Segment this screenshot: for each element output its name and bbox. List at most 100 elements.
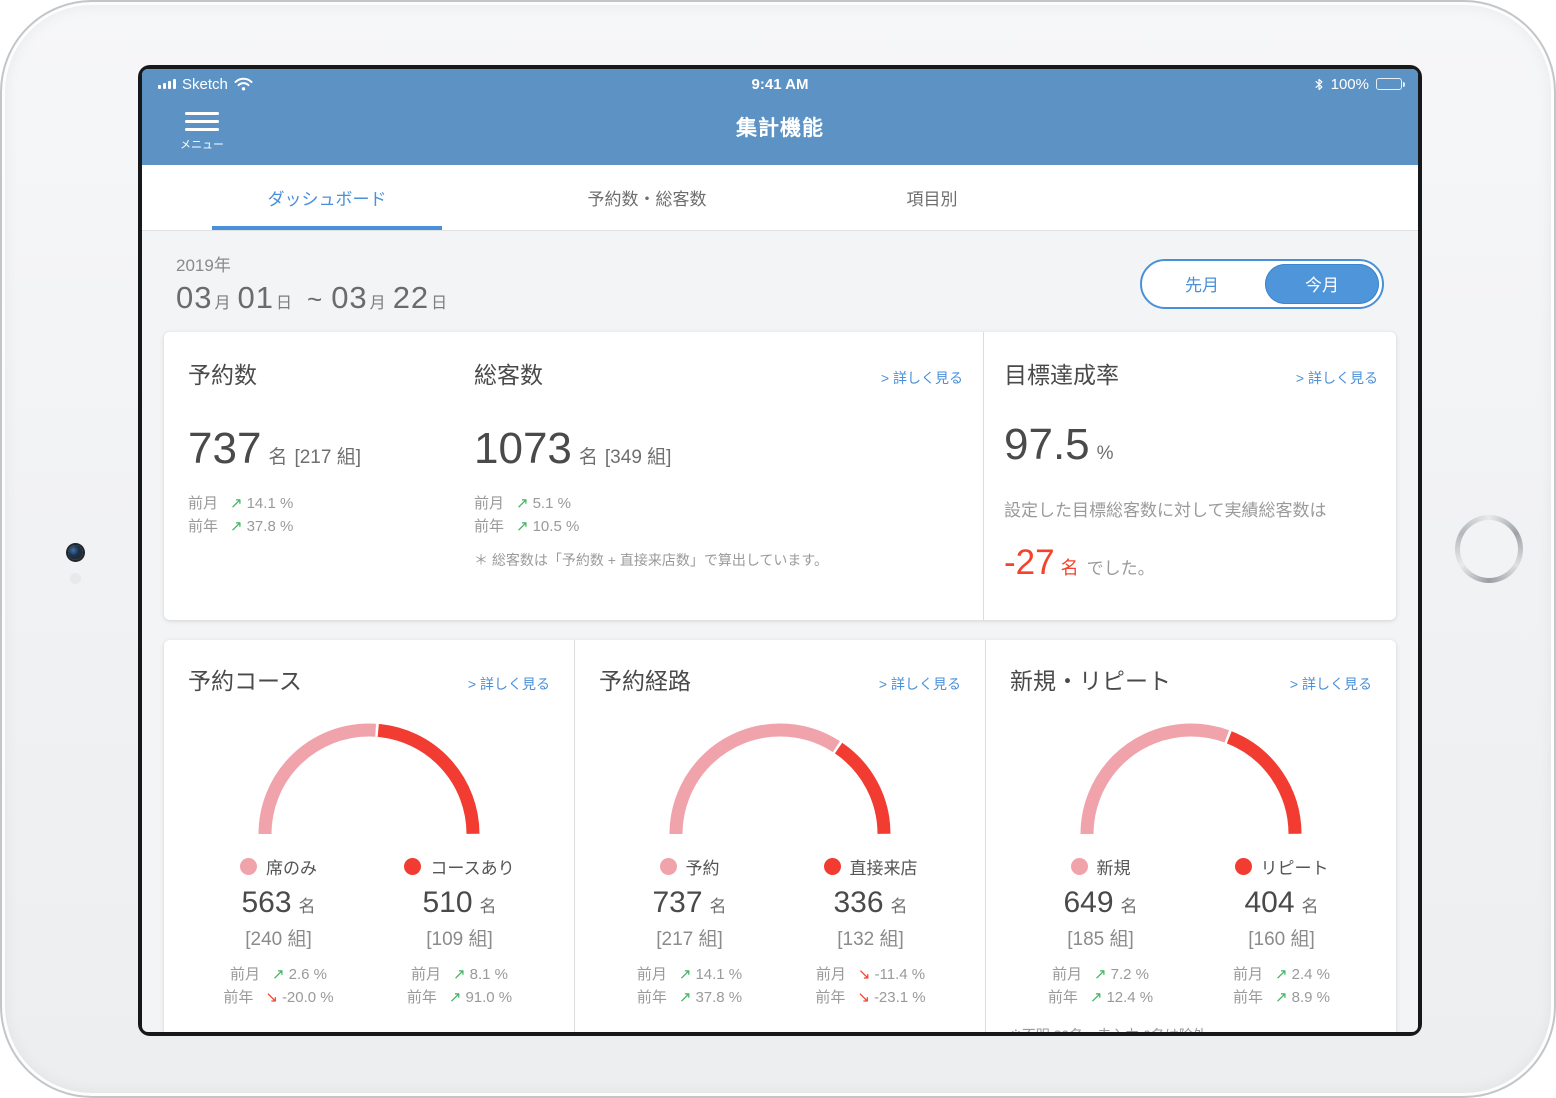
stat-prev-year: 前年↗37.8 % — [599, 986, 780, 1009]
nav-bar: メニュー 集計機能 — [142, 99, 1418, 165]
section-title: 新規・リピート — [1010, 662, 1171, 696]
page-title: 集計機能 — [142, 99, 1418, 159]
screen: Sketch 9:41 AM 100% — [138, 65, 1422, 1036]
legend-dot — [824, 858, 841, 875]
section-detail-link[interactable]: > 詳しく見る — [879, 674, 961, 694]
stat-prev-year: 前年↘-20.0 % — [188, 986, 369, 1009]
segment-reservation: 予約 737名 [217 組] 前月↗14.1 % 前年↗37.8 % — [599, 854, 780, 1009]
reservations-groups: [217 組] — [294, 447, 361, 468]
stat-prev-year: 前年↗12.4 % — [1010, 986, 1191, 1009]
segment-walk-in: 直接来店 336名 [132 組] 前月↘-11.4 % 前年↘-23.1 % — [780, 854, 961, 1009]
section-reservation-course: 予約コース > 詳しく見る 席のみ 563名 [240 組] — [164, 640, 574, 1032]
section-title: 予約コース — [188, 662, 302, 696]
segment-unit: 名 — [299, 897, 316, 916]
stat-prev-year: 前年↗10.5 % — [474, 515, 963, 538]
segment-unit: 名 — [1302, 897, 1319, 916]
ipad-bezel: Sketch 9:41 AM 100% — [0, 0, 1556, 1098]
reservations-unit: 名 — [268, 447, 287, 468]
period-range: 03月01日~03月22日 — [176, 280, 454, 316]
stat-prev-month: 前月↗2.6 % — [188, 963, 369, 986]
start-month: 03 — [176, 280, 212, 315]
guests-note: ＊ 総客数は「予約数 + 直接来店数」で算出しています。 — [474, 550, 963, 570]
guests-groups: [349 組] — [605, 447, 672, 468]
segment-groups: [185 組] — [1010, 924, 1191, 951]
home-button[interactable] — [1455, 515, 1523, 583]
period-row: 2019年 03月01日~03月22日 先月 今月 — [164, 251, 1396, 316]
segment-repeat: リピート 404名 [160 組] 前月↗2.4 % 前年↗8.9 % — [1191, 854, 1372, 1009]
legend-label: 予約 — [686, 854, 720, 879]
segment-groups: [160 組] — [1191, 924, 1372, 951]
segment-unit: 名 — [710, 897, 727, 916]
front-camera — [68, 545, 83, 560]
legend-dot — [1071, 858, 1088, 875]
month-unit: 月 — [370, 295, 387, 312]
stat-prev-month: 前月↘-11.4 % — [780, 963, 961, 986]
guests-unit: 名 — [579, 447, 598, 468]
day-unit: 日 — [276, 295, 293, 312]
home-button-inner — [1460, 520, 1518, 578]
guests-title: 総客数 — [474, 356, 881, 390]
segment-value: 737 — [652, 886, 702, 919]
semicircle-gauge — [660, 716, 900, 840]
legend-label: コースあり — [430, 854, 514, 879]
end-day: 22 — [393, 280, 429, 315]
reservations-value-row: 737 名 [217 組] — [188, 424, 474, 474]
range-separator: ~ — [307, 284, 323, 314]
toggle-last-month[interactable]: 先月 — [1145, 264, 1259, 304]
summary-detail-link[interactable]: > 詳しく見る — [881, 368, 963, 388]
gauge-card: 予約コース > 詳しく見る 席のみ 563名 [240 組] — [164, 640, 1396, 1032]
guests-stats: 前月↗5.1 % 前年↗10.5 % ＊ 総客数は「予約数 + 直接来店数」で算… — [474, 492, 963, 570]
goal-diff-value: -27 — [1004, 543, 1055, 583]
stat-prev-month: 前月↗14.1 % — [188, 492, 474, 515]
section-detail-link[interactable]: > 詳しく見る — [1290, 674, 1372, 694]
segment-new: 新規 649名 [185 組] 前月↗7.2 % 前年↗12.4 % — [1010, 854, 1191, 1009]
segment-groups: [132 組] — [780, 924, 961, 951]
light-sensor — [70, 573, 81, 584]
stat-prev-year: 前年↗37.8 % — [188, 515, 474, 538]
guests-value: 1073 — [474, 424, 572, 473]
segment-value: 563 — [241, 886, 291, 919]
exclusion-note: ※不明 20名、未入力 0名は除外 — [1010, 1025, 1372, 1032]
hamburger-icon — [185, 112, 219, 131]
tab-dashboard[interactable]: ダッシュボード — [212, 185, 442, 210]
app-content: Sketch 9:41 AM 100% — [142, 69, 1418, 1032]
semicircle-gauge — [1071, 716, 1311, 840]
segment-seat-only: 席のみ 563名 [240 組] 前月↗2.6 % 前年↘-20.0 % — [188, 854, 369, 1009]
segment-value: 649 — [1063, 886, 1113, 919]
legend-label: 新規 — [1097, 854, 1131, 879]
stat-prev-year: 前年↗8.9 % — [1191, 986, 1372, 1009]
stat-prev-month: 前月↗7.2 % — [1010, 963, 1191, 986]
tab-bar: ダッシュボード 予約数・総客数 項目別 — [142, 165, 1418, 231]
goal-value: 97.5 — [1004, 420, 1090, 469]
segment-groups: [217 組] — [599, 924, 780, 951]
section-reservation-route: 予約経路 > 詳しく見る 予約 737 名 [217 組] — [574, 640, 985, 1032]
stat-prev-month: 前月↗8.1 % — [369, 963, 550, 986]
tab-by-item[interactable]: 項目別 — [832, 185, 1032, 210]
menu-button[interactable]: メニュー — [174, 107, 230, 152]
tab-reservations-guests[interactable]: 予約数・総客数 — [502, 185, 792, 210]
section-detail-link[interactable]: > 詳しく見る — [468, 674, 550, 694]
stat-prev-year: 前年↘-23.1 % — [780, 986, 961, 1009]
segment-with-course: コースあり 510名 [109 組] 前月↗8.1 % 前年↗91.0 % — [369, 854, 550, 1009]
legend-dot — [660, 858, 677, 875]
reservations-title: 予約数 — [188, 356, 474, 390]
period-display: 2019年 03月01日~03月22日 — [176, 251, 454, 316]
goal-detail-link[interactable]: > 詳しく見る — [1296, 368, 1378, 388]
legend-label: リピート — [1261, 854, 1329, 879]
section-title: 予約経路 — [599, 662, 691, 696]
segment-unit: 名 — [891, 897, 908, 916]
period-year: 2019年 — [176, 251, 454, 276]
segment-groups: [240 組] — [188, 924, 369, 951]
status-time: 9:41 AM — [142, 76, 1418, 93]
stat-prev-year: 前年↗91.0 % — [369, 986, 550, 1009]
goal-diff-unit: 名 — [1061, 554, 1079, 580]
toggle-this-month[interactable]: 今月 — [1265, 264, 1379, 304]
goal-unit: % — [1097, 443, 1114, 464]
active-tab-underline — [212, 226, 442, 230]
main-area: 2019年 03月01日~03月22日 先月 今月 予約数 — [142, 251, 1418, 1032]
status-bar: Sketch 9:41 AM 100% — [142, 69, 1418, 99]
reservations-value: 737 — [188, 424, 261, 473]
stat-prev-month: 前月↗5.1 % — [474, 492, 963, 515]
section-new-repeat: 新規・リピート > 詳しく見る 新規 649 名 [185 組] — [985, 640, 1396, 1032]
segment-value: 404 — [1244, 886, 1294, 919]
